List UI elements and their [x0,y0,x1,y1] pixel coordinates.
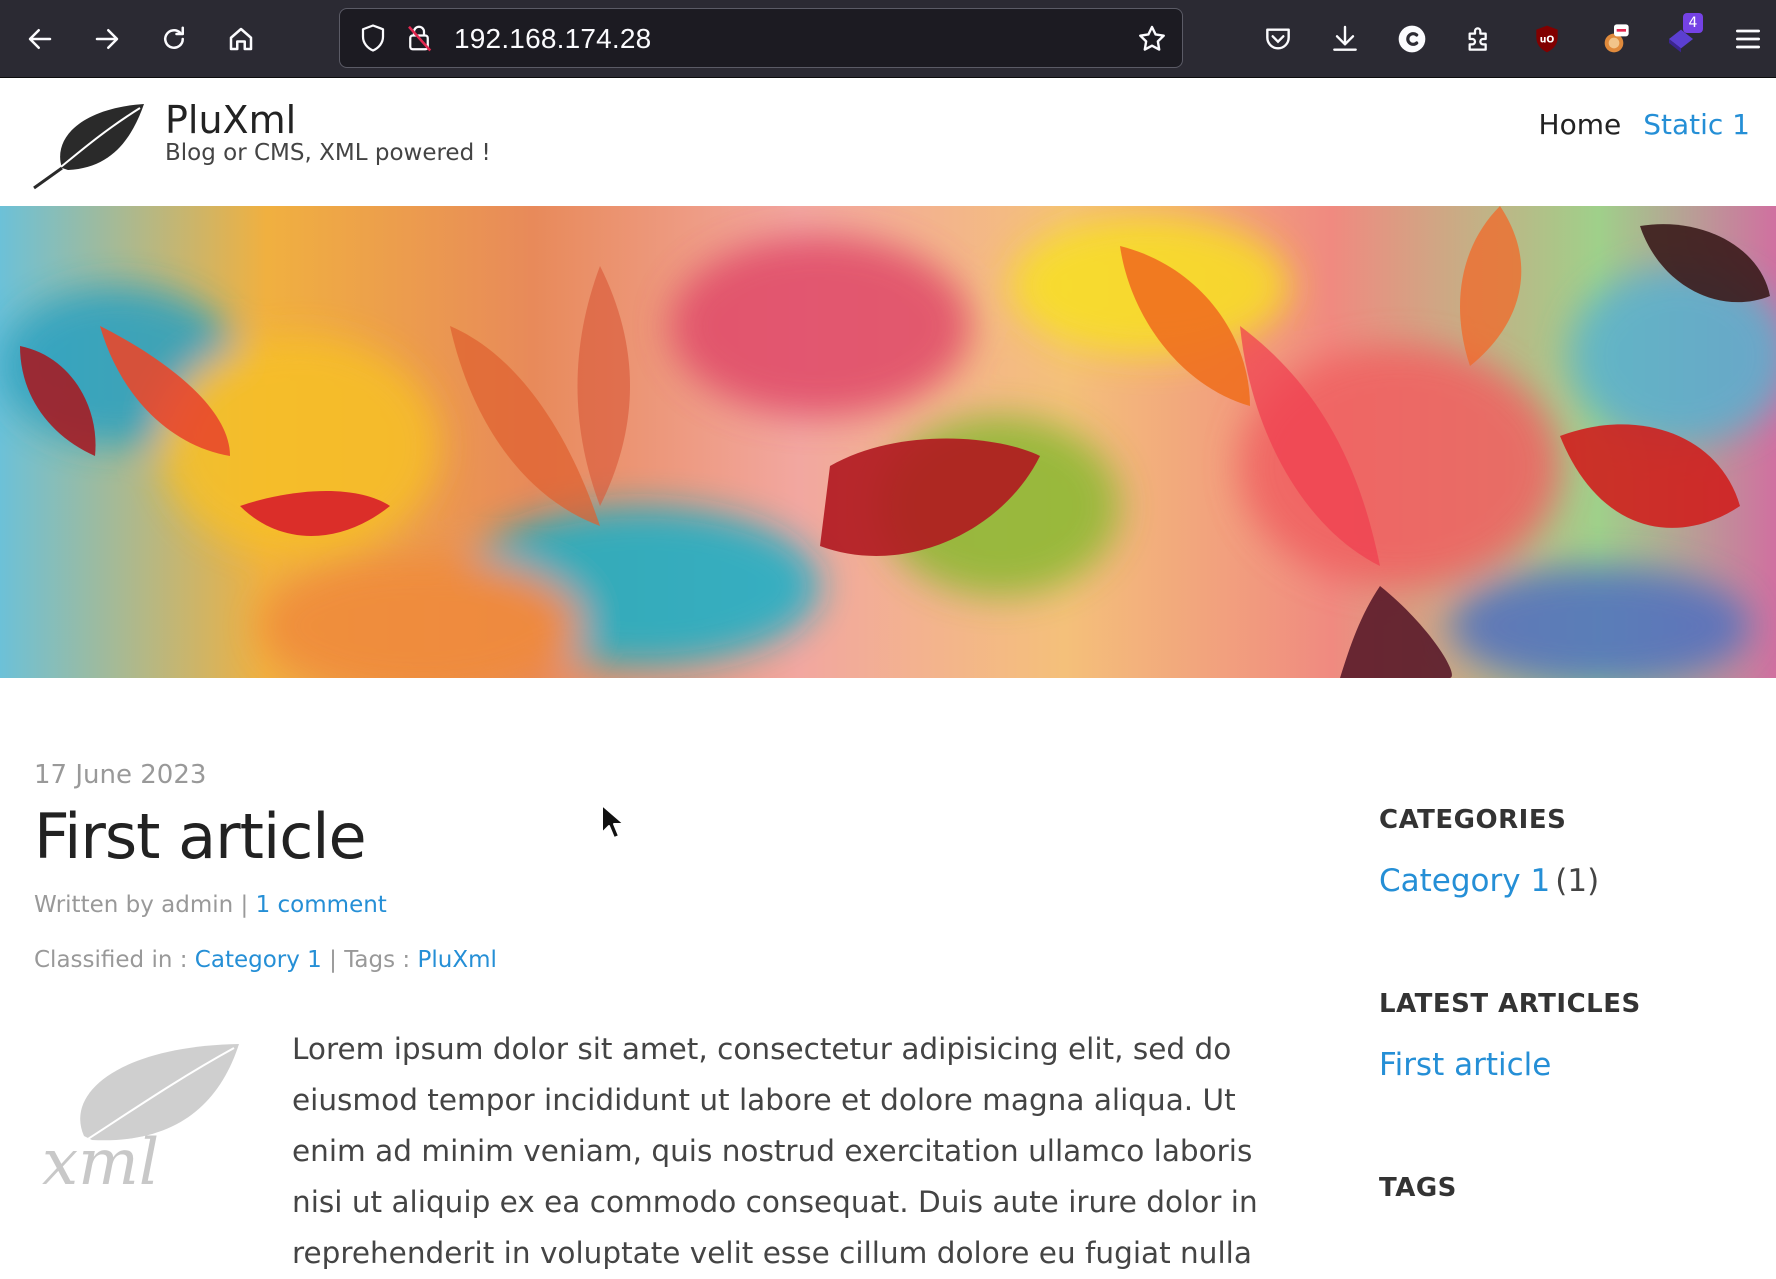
app-menu-button[interactable] [1726,17,1770,61]
pocket-button[interactable] [1256,17,1300,61]
header-banner-image [0,206,1776,678]
ublock-icon: uO [1536,25,1558,53]
article-author-line: Written by admin | 1 comment [34,892,387,918]
article-category-link[interactable]: Category 1 [195,947,322,973]
article: 17 June 2023 First article Written by ad… [34,760,1304,1270]
extensions-button[interactable] [1457,17,1501,61]
lock-insecure-icon[interactable] [404,23,434,53]
purple-extension-button[interactable]: 4 [1659,13,1703,61]
menu-item-home[interactable]: Home [1539,108,1622,141]
site-header: PluXml Blog or CMS, XML powered ! Home S… [0,78,1776,206]
menu-icon [1736,29,1760,49]
article-body: Lorem ipsum dolor sit amet, consectetur … [292,1032,1258,1270]
menu-item-static-1[interactable]: Static 1 [1643,108,1750,141]
extension-c-button[interactable] [1390,17,1434,61]
browser-toolbar: 192.168.174.28 uO 4 [0,0,1776,78]
ublock-button[interactable]: uO [1525,17,1569,61]
bookmark-star-icon[interactable] [1136,23,1168,55]
mouse-cursor-icon [601,804,625,839]
forward-button[interactable] [85,17,129,61]
article-author: Written by admin [34,892,234,918]
home-icon [229,27,253,51]
extension-c-icon [1398,25,1426,53]
article-title[interactable]: First article [34,800,1304,873]
home-button[interactable] [219,17,263,61]
back-button[interactable] [18,17,62,61]
category-count: (1) [1555,863,1600,899]
categories-heading: CATEGORIES [1379,805,1567,835]
watercolor-leaves-illustration [0,206,1776,678]
blocker-icon [1604,24,1629,53]
meta-separator: | [240,892,249,918]
back-icon [28,29,52,49]
address-bar[interactable]: 192.168.174.28 [339,8,1183,68]
reload-button[interactable] [152,17,196,61]
article-tag-link[interactable]: PluXml [417,947,496,973]
blocker-button[interactable] [1592,17,1636,61]
extension-badge: 4 [1683,13,1703,33]
svg-text:uO: uO [1540,34,1555,45]
url-text[interactable]: 192.168.174.28 [454,23,651,55]
sidebar-latest-article-link[interactable]: First article [1379,1047,1551,1083]
site-subtitle: Blog or CMS, XML powered ! [165,140,491,166]
reload-icon [164,26,184,49]
latest-article-item: First article [1379,1047,1759,1083]
pluxml-leaf-logo-icon[interactable] [32,98,148,190]
download-icon [1333,25,1357,51]
sidebar: CATEGORIES Category 1 (1) LATEST ARTICLE… [1379,805,1759,1203]
main-menu: Home Static 1 [1539,108,1750,141]
tags-heading: TAGS [1379,1173,1457,1203]
site-title[interactable]: PluXml [165,98,296,142]
latest-articles-heading: LATEST ARTICLES [1379,989,1641,1019]
classified-label: Classified in : [34,947,188,973]
shield-icon[interactable] [358,23,388,53]
xml-leaf-thumbnail-icon: xml [42,1044,240,1196]
article-comments-link[interactable]: 1 comment [256,892,387,918]
category-list-item: Category 1 (1) [1379,863,1759,899]
sidebar-category-link[interactable]: Category 1 [1379,863,1550,899]
article-classification-line: Classified in : Category 1 | Tags : PluX… [34,947,497,973]
svg-text:xml: xml [42,1126,159,1196]
forward-icon [95,29,119,49]
meta-separator: | [329,947,337,973]
download-button[interactable] [1323,17,1367,61]
article-date: 17 June 2023 [34,760,207,790]
tags-label: Tags : [344,947,411,973]
pocket-icon [1266,28,1290,50]
extensions-icon [1468,27,1487,51]
